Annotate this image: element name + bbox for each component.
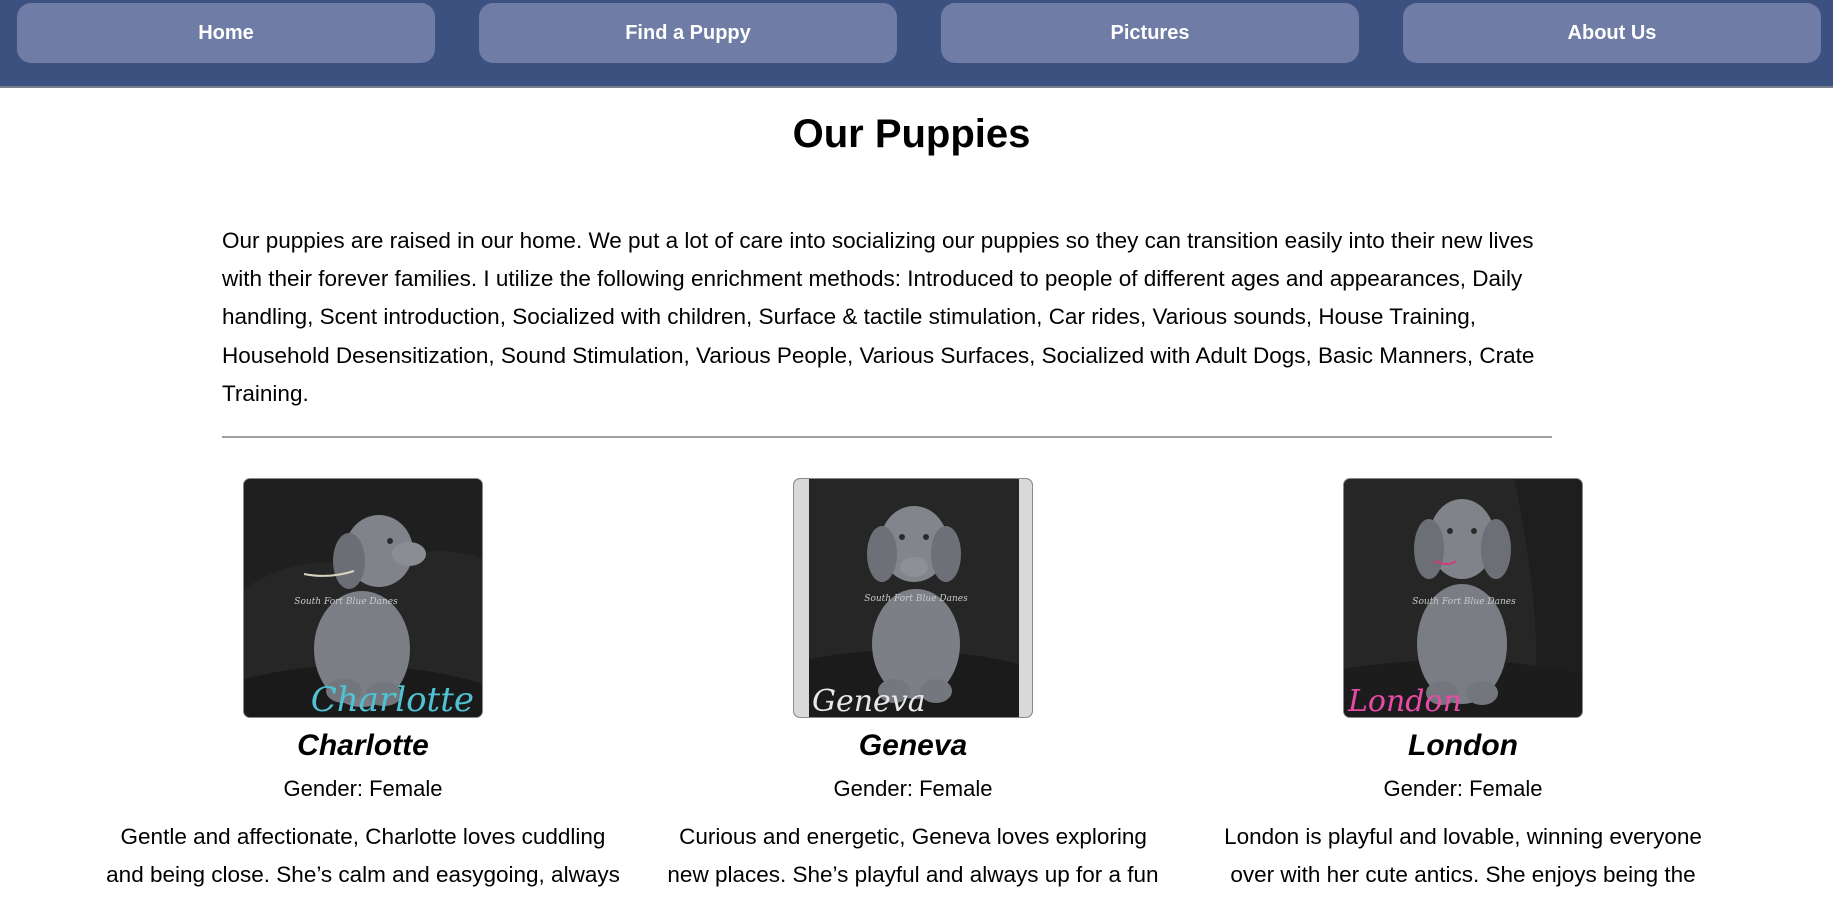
puppy-description: London is playful and lovable, winning e… (1224, 824, 1702, 887)
photo-watermark: South Fort Blue Danes (864, 594, 968, 604)
intro-paragraph: Our puppies are raised in our home. We p… (222, 228, 1535, 406)
puppy-image: South Fort Blue Danes Geneva (794, 479, 1032, 718)
puppy-name: London (1408, 729, 1518, 762)
photo-watermark: South Fort Blue Danes (294, 597, 398, 607)
photo-caption: Charlotte (311, 680, 474, 718)
puppy-image: South Fort Blue Danes London (1344, 479, 1582, 718)
puppy-gender: Gender: Female (833, 776, 993, 801)
puppy-image: South Fort Blue Danes Charlotte (244, 479, 482, 718)
top-navigation-bar: Home Find a Puppy Pictures About Us (0, 0, 1833, 88)
puppy-description: Gentle and affectionate, Charlotte loves… (106, 824, 620, 887)
photo-caption: Geneva (812, 684, 926, 718)
nav-about-us-button[interactable]: About Us (1403, 3, 1821, 63)
puppy-gender: Gender: Female (283, 776, 443, 801)
photo-watermark: South Fort Blue Danes (1412, 597, 1516, 607)
photo-caption: London (1347, 684, 1462, 718)
puppy-card-charlotte: South Fort Blue Danes Charlotte Charlott… (88, 478, 638, 894)
puppy-photo-london[interactable]: South Fort Blue Danes London (1343, 478, 1583, 718)
nav-find-a-puppy-button[interactable]: Find a Puppy (479, 3, 897, 63)
puppy-photo-geneva[interactable]: South Fort Blue Danes Geneva (793, 478, 1033, 718)
puppy-photo-charlotte[interactable]: South Fort Blue Danes Charlotte (243, 478, 483, 718)
puppy-card-london: South Fort Blue Danes London London Gend… (1188, 478, 1738, 894)
puppy-name: Charlotte (297, 729, 429, 762)
section-divider (222, 436, 1552, 438)
nav-pictures-button[interactable]: Pictures (941, 3, 1359, 63)
puppy-description: Curious and energetic, Geneva loves expl… (667, 824, 1159, 887)
nav-home-button[interactable]: Home (17, 3, 435, 63)
page-title: Our Puppies (792, 112, 1031, 156)
puppy-gender: Gender: Female (1383, 776, 1543, 801)
puppy-name: Geneva (858, 729, 968, 762)
puppy-card-geneva: South Fort Blue Danes Geneva Geneva Gend… (638, 478, 1188, 897)
